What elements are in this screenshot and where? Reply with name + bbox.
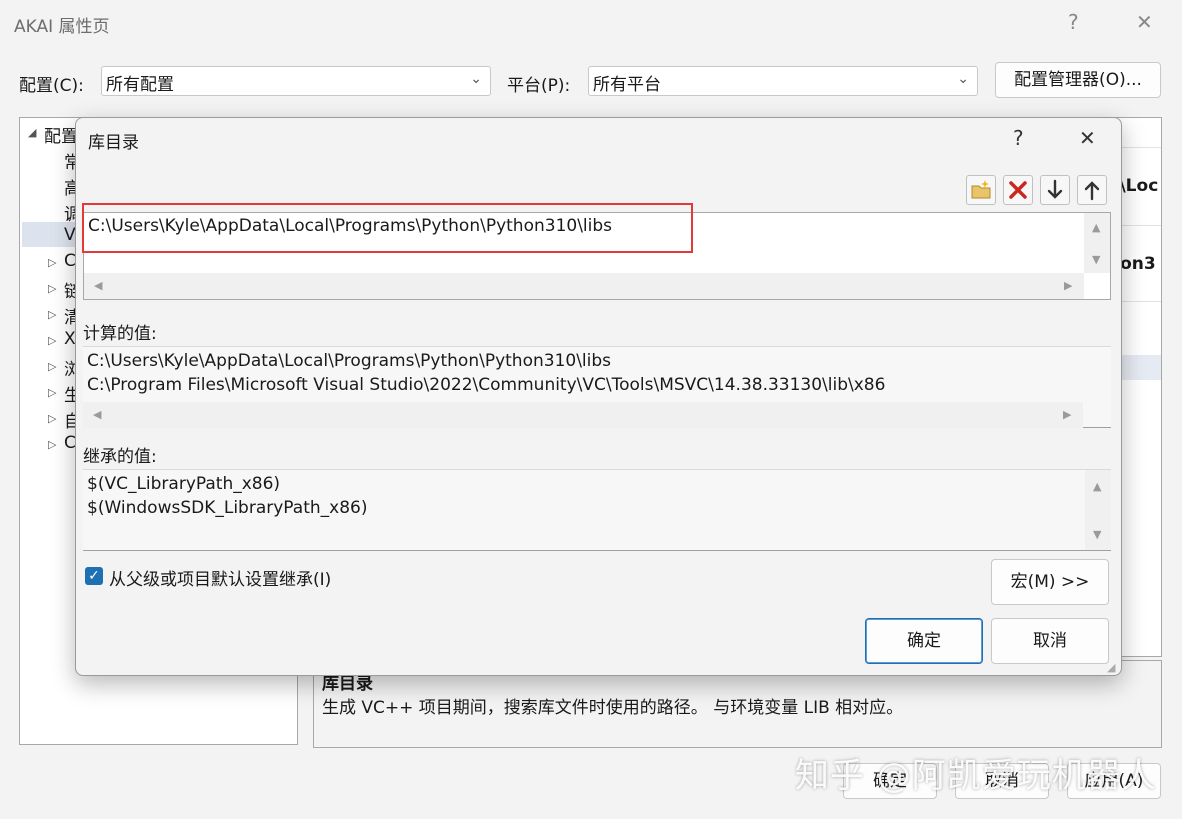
dialog-cancel-button[interactable]: 取消 [991,618,1109,664]
new-folder-icon [971,180,991,199]
scroll-right-icon[interactable]: ▶ [1064,279,1072,292]
inherited-value: $(WindowsSDK_LibraryPath_x86) [87,498,368,518]
library-directories-dialog: 库目录 ? ✕ C:\Users\Kyle\AppData\Local\Prog… [75,117,1122,676]
move-down-button[interactable] [1040,175,1070,205]
chevron-down-icon: ⌄ [470,71,482,87]
directory-list-vscroll[interactable]: ▲ ▼ [1084,213,1110,273]
chevron-down-icon: ⌄ [957,71,969,87]
collapsed-arrow-icon[interactable]: ▷ [48,308,56,321]
tree-item[interactable]: X [64,329,76,349]
collapsed-arrow-icon[interactable]: ▷ [48,386,56,399]
platform-select-value: 所有平台 [593,75,661,95]
collapsed-arrow-icon[interactable]: ▷ [48,256,56,269]
help-icon[interactable]: ? [1068,10,1079,34]
new-line-button[interactable] [966,175,996,205]
directory-list-hscroll[interactable]: ◀ ▶ [84,273,1084,299]
scroll-up-icon[interactable]: ▲ [1092,221,1100,234]
computed-value: C:\Users\Kyle\AppData\Local\Programs\Pyt… [87,351,612,371]
inherited-vscroll[interactable]: ▲ ▼ [1085,470,1111,550]
collapsed-arrow-icon[interactable]: ▷ [48,360,56,373]
tree-item-selected[interactable]: V [64,225,76,245]
inherited-values-box: $(VC_LibraryPath_x86) $(WindowsSDK_Libra… [83,469,1111,551]
platform-label: 平台(P): [507,76,571,96]
description-text: 生成 VC++ 项目期间，搜索库文件时使用的路径。 与环境变量 LIB 相对应。 [322,698,904,718]
inherited-label: 继承的值: [83,447,157,467]
collapsed-arrow-icon[interactable]: ▷ [48,334,56,347]
scroll-right-icon[interactable]: ▶ [1063,408,1071,421]
directory-list[interactable]: C:\Users\Kyle\AppData\Local\Programs\Pyt… [82,203,1111,300]
config-label: 配置(C): [19,76,84,96]
move-up-button[interactable] [1077,175,1107,205]
macros-button[interactable]: 宏(M) >> [991,559,1109,605]
computed-value: C:\Program Files\Microsoft Visual Studio… [87,375,886,395]
scroll-left-icon[interactable]: ◀ [93,408,101,421]
close-icon[interactable]: ✕ [1136,10,1153,34]
inherit-checkbox[interactable]: ✓ [85,567,103,585]
directory-entry[interactable]: C:\Users\Kyle\AppData\Local\Programs\Pyt… [88,216,612,236]
config-select-value: 所有配置 [106,75,174,95]
tree-item-root[interactable]: 配置 [44,122,78,147]
window-title: AKAI 属性页 [14,17,110,37]
delete-icon [1009,181,1027,199]
delete-button[interactable] [1003,175,1033,205]
dialog-help-icon[interactable]: ? [1013,126,1024,150]
resize-grip-icon[interactable]: ◢ [1107,661,1115,674]
inherit-checkbox-label: 从父级或项目默认设置继承(I) [109,570,332,590]
config-select[interactable]: 所有配置 ⌄ [101,66,491,96]
scroll-up-icon[interactable]: ▲ [1093,480,1101,493]
config-manager-button[interactable]: 配置管理器(O)... [995,62,1161,98]
collapsed-arrow-icon[interactable]: ▷ [48,438,56,451]
computed-values-box: C:\Users\Kyle\AppData\Local\Programs\Pyt… [83,346,1111,428]
collapsed-arrow-icon[interactable]: ▷ [48,412,56,425]
scroll-down-icon[interactable]: ▼ [1093,528,1101,541]
dialog-ok-button[interactable]: 确定 [865,618,983,664]
collapsed-arrow-icon[interactable]: ▷ [48,282,56,295]
platform-select[interactable]: 所有平台 ⌄ [588,66,978,96]
computed-label: 计算的值: [83,324,157,344]
inherited-value: $(VC_LibraryPath_x86) [87,474,281,494]
computed-hscroll[interactable]: ◀ ▶ [83,402,1083,428]
watermark: 知乎 @阿凯爱玩机器人 [795,756,1157,796]
scroll-left-icon[interactable]: ◀ [94,279,102,292]
move-down-icon [1047,179,1063,199]
dialog-title: 库目录 [88,133,139,153]
move-up-icon [1084,181,1100,201]
expanded-arrow-icon[interactable]: ◢ [28,126,36,139]
scroll-down-icon[interactable]: ▼ [1092,253,1100,266]
dialog-close-icon[interactable]: ✕ [1079,126,1096,150]
